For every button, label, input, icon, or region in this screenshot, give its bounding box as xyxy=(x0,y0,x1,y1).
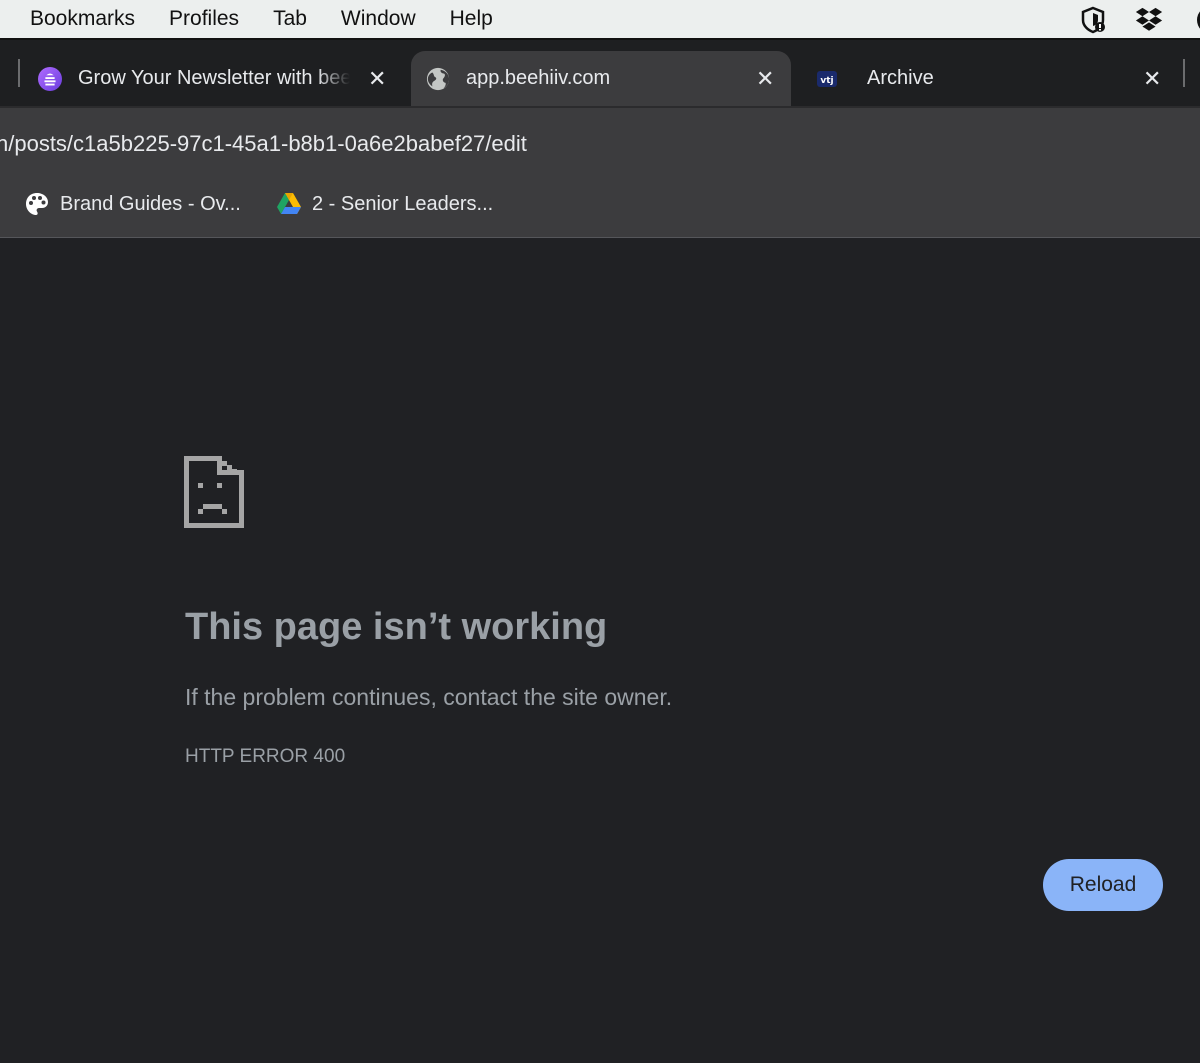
tab-archive[interactable]: vtj Archive ✕ xyxy=(815,51,1175,106)
tab-title: app.beehiiv.com xyxy=(466,67,611,89)
dropbox-icon[interactable] xyxy=(1134,5,1164,35)
bookmark-senior-leaders[interactable]: 2 - Senior Leaders... xyxy=(276,191,493,217)
palette-icon xyxy=(24,191,50,217)
menu-bar: Bookmarks Profiles Tab Window Help xyxy=(0,0,1200,40)
tab-grow-newsletter[interactable]: Grow Your Newsletter with beehiiv ✕ xyxy=(38,51,408,106)
tab-divider xyxy=(1183,59,1185,87)
vtj-icon: vtj xyxy=(815,67,839,91)
tab-title: Archive xyxy=(867,67,934,89)
menu-bookmarks[interactable]: Bookmarks xyxy=(30,0,135,39)
error-message: If the problem continues, contact the si… xyxy=(185,684,673,710)
menu-profiles[interactable]: Profiles xyxy=(169,0,239,39)
error-title: This page isn’t working xyxy=(185,606,608,648)
tab-app-beehiiv[interactable]: app.beehiiv.com ✕ xyxy=(411,51,791,106)
tab-strip: Grow Your Newsletter with beehiiv ✕ app.… xyxy=(0,40,1200,106)
menu-window[interactable]: Window xyxy=(341,0,416,39)
tab-divider xyxy=(18,59,20,87)
error-page: This page isn’t working If the problem c… xyxy=(0,238,1200,1063)
tab-title: Grow Your Newsletter with beehiiv xyxy=(78,67,350,89)
error-code: HTTP ERROR 400 xyxy=(185,746,346,767)
grammarly-icon[interactable] xyxy=(1196,5,1200,35)
svg-text:vtj: vtj xyxy=(820,76,833,86)
bookmark-label: 2 - Senior Leaders... xyxy=(312,192,494,215)
menu-help[interactable]: Help xyxy=(450,0,493,39)
address-bar[interactable]: n/posts/c1a5b225-97c1-45a1-b8b1-0a6e2bab… xyxy=(0,106,1200,172)
google-drive-icon xyxy=(276,191,302,217)
menu-tab[interactable]: Tab xyxy=(273,0,307,39)
sad-page-icon xyxy=(184,456,244,533)
globe-icon xyxy=(426,67,450,91)
reload-button[interactable]: Reload xyxy=(1043,859,1163,911)
bookmark-label: Brand Guides - Ov... xyxy=(60,192,241,215)
close-tab-icon[interactable]: ✕ xyxy=(368,67,386,90)
bookmarks-bar: Brand Guides - Ov... 2 - Senior Leaders.… xyxy=(0,172,1200,238)
close-tab-icon[interactable]: ✕ xyxy=(1143,67,1161,90)
bookmark-brand-guides[interactable]: Brand Guides - Ov... xyxy=(24,191,241,217)
url-text[interactable]: n/posts/c1a5b225-97c1-45a1-b8b1-0a6e2bab… xyxy=(0,131,527,157)
beehiiv-icon xyxy=(38,66,62,91)
close-tab-icon[interactable]: ✕ xyxy=(756,67,774,90)
privacy-shield-icon[interactable] xyxy=(1078,5,1108,35)
